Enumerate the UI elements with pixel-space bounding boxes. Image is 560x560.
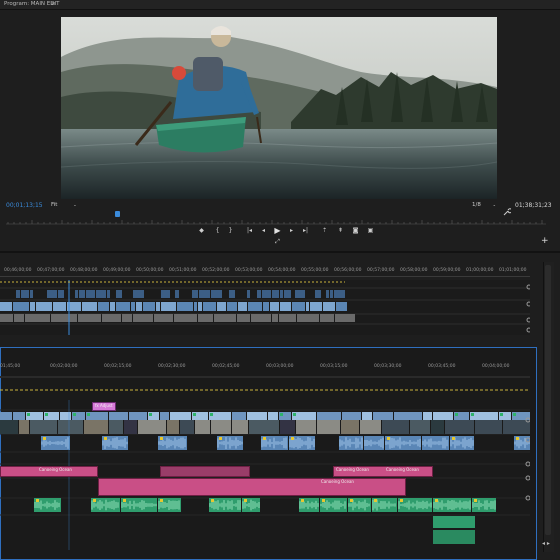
ruler-tick-label: 01;01;00;00 bbox=[499, 268, 527, 273]
zoom-fit-select[interactable]: Fit ⌄ bbox=[51, 202, 77, 208]
ruler-tick-label: 00;02;45;00 bbox=[212, 364, 240, 369]
music-clip-a2[interactable] bbox=[160, 466, 250, 477]
playback-resolution-select[interactable]: 1/8 ⌄ bbox=[472, 202, 496, 208]
music-clip-label: Canoeing Ocean bbox=[336, 467, 369, 472]
ruler-tick-label: 00;59;00;00 bbox=[433, 268, 461, 273]
scrollbar-thumb[interactable] bbox=[545, 265, 551, 535]
ruler-tick-label: 00;49;00;00 bbox=[103, 268, 131, 273]
step-back-icon[interactable]: ◂ bbox=[259, 226, 268, 235]
out-point-icon[interactable]: } bbox=[226, 226, 235, 235]
duration-timecode: 01;38;31;23 bbox=[515, 202, 552, 209]
ruler-tick-label: 00;54;00;00 bbox=[268, 268, 296, 273]
ruler-tick-label: 01;45;00 bbox=[0, 364, 21, 369]
ruler-tick-label: 00;03;15;00 bbox=[320, 364, 348, 369]
ruler-tick-label: 00;04;00;00 bbox=[482, 364, 510, 369]
ruler-tick-label: 00;47;00;00 bbox=[37, 268, 65, 273]
source-timeline-ruler[interactable]: 00;46;00;00 00;47;00;00 00;48;00;00 00;49;0… bbox=[0, 268, 530, 278]
timeline-ruler[interactable]: 01;45;00 00;02;00;00 00;02;15;00 00;02;30;0… bbox=[0, 364, 530, 374]
music-clip-label: Canoeing Ocean bbox=[321, 479, 354, 484]
marker-icon[interactable]: ◆ bbox=[197, 226, 206, 235]
program-video-frame bbox=[61, 17, 497, 199]
program-monitor-header bbox=[0, 0, 560, 10]
ruler-tick-label: 00;50;00;00 bbox=[136, 268, 164, 273]
ruler-tick-label: 00;51;00;00 bbox=[169, 268, 197, 273]
ruler-tick-label: 01;00;00;00 bbox=[466, 268, 494, 273]
monitor-scrub-bar[interactable] bbox=[0, 211, 546, 225]
playback-resolution-value: 1/8 bbox=[472, 202, 481, 208]
ruler-tick-label: 00;56;00;00 bbox=[334, 268, 362, 273]
lift-icon[interactable]: ⇡ bbox=[320, 226, 329, 235]
in-point-icon[interactable]: { bbox=[213, 226, 222, 235]
go-to-in-icon[interactable]: |◂ bbox=[245, 226, 254, 235]
music-clip-label: Canoeing Ocean bbox=[39, 467, 72, 472]
ruler-tick-label: 00;46;00;00 bbox=[4, 268, 32, 273]
chevron-down-icon: ⌄ bbox=[73, 202, 77, 207]
ruler-tick-label: 00;55;00;00 bbox=[301, 268, 329, 273]
canoe-scene-image bbox=[61, 17, 497, 199]
ruler-tick-label: 00;57;00;00 bbox=[367, 268, 395, 273]
adjustment-layer-clip[interactable]: fx Adjust bbox=[92, 402, 116, 411]
export-frame-icon[interactable]: ◙ bbox=[351, 226, 360, 235]
ruler-tick-label: 00;48;00;00 bbox=[70, 268, 98, 273]
ruler-tick-label: 00;58;00;00 bbox=[400, 268, 428, 273]
ruler-tick-label: 00;03;00;00 bbox=[266, 364, 294, 369]
chevron-down-icon: ⌄ bbox=[492, 202, 496, 207]
music-clip-a[interactable]: Canoeing Ocean bbox=[0, 466, 98, 477]
ruler-tick-label: 00;53;00;00 bbox=[235, 268, 263, 273]
current-timecode[interactable]: 00;01;13;15 bbox=[6, 202, 43, 209]
step-forward-icon[interactable]: ▸ bbox=[287, 226, 296, 235]
add-button-icon[interactable]: + bbox=[541, 236, 549, 246]
go-to-out-icon[interactable]: ▸| bbox=[301, 226, 310, 235]
ruler-baseline bbox=[0, 276, 530, 277]
ruler-tick-label: 00;03;45;00 bbox=[428, 364, 456, 369]
ruler-tick-label: 00;02;15;00 bbox=[104, 364, 132, 369]
music-clip-b[interactable]: Canoeing Ocean Canoeing Ocean bbox=[333, 466, 433, 477]
extract-icon[interactable]: ⇞ bbox=[336, 226, 345, 235]
adjustment-layer-label: fx Adjust bbox=[95, 403, 113, 408]
ruler-tick-label: 00;02;00;00 bbox=[50, 364, 78, 369]
source-timeline-tracks[interactable] bbox=[0, 280, 532, 335]
zoom-fit-value: Fit bbox=[51, 202, 58, 208]
ruler-tick-label: 00;02;30;00 bbox=[158, 364, 186, 369]
playhead-handle[interactable] bbox=[115, 211, 120, 217]
work-area-bar[interactable] bbox=[0, 376, 530, 391]
hamburger-icon[interactable]: ≡ bbox=[51, 1, 56, 7]
music-clip-label: Canoeing Ocean bbox=[386, 467, 419, 472]
panel-divider[interactable] bbox=[0, 251, 560, 253]
play-icon[interactable]: ▶ bbox=[273, 226, 282, 235]
ruler-tick-label: 00;52;00;00 bbox=[202, 268, 230, 273]
expand-icon[interactable]: ⤢ bbox=[273, 237, 282, 246]
music-clip-long[interactable]: Canoeing Ocean bbox=[98, 478, 406, 496]
zoom-navigation-icon[interactable]: ◂ ▸ bbox=[542, 540, 550, 547]
ruler-tick-label: 00;03;30;00 bbox=[374, 364, 402, 369]
compare-icon[interactable]: ▣ bbox=[366, 226, 375, 235]
